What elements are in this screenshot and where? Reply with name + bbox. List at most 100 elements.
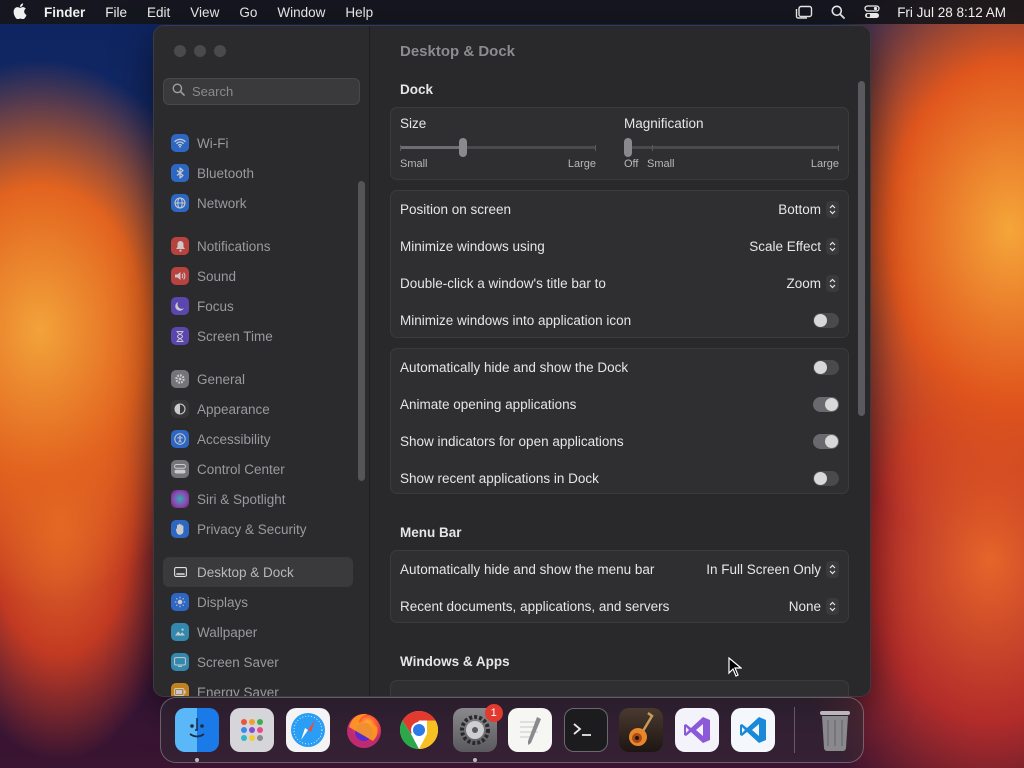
bluetooth-icon [171, 164, 189, 182]
auto-hide-dock-toggle[interactable] [813, 360, 839, 375]
menu-window[interactable]: Window [267, 5, 335, 20]
sidebar-item-label: Desktop & Dock [197, 564, 294, 580]
close-button[interactable] [174, 45, 186, 57]
magnification-max-label: Large [810, 158, 839, 170]
dock-app-textedit[interactable] [502, 702, 558, 758]
sidebar-item-label: Accessibility [197, 431, 271, 447]
position-popup[interactable]: Bottom [778, 201, 839, 218]
search-icon[interactable] [821, 5, 855, 19]
magnification-slider[interactable] [624, 138, 839, 157]
dock-app-visual-studio[interactable] [669, 702, 725, 758]
sidebar-item-siri-spotlight[interactable]: Siri & Spotlight [163, 484, 353, 514]
sidebar-item-privacy-security[interactable]: Privacy & Security [163, 514, 353, 544]
chrome-icon [397, 708, 441, 752]
sidebar-item-displays[interactable]: Displays [163, 587, 353, 617]
garageband-icon [619, 708, 664, 752]
section-title-windows-apps: Windows & Apps [400, 654, 510, 669]
minimize-effect-popup[interactable]: Scale Effect [749, 238, 839, 255]
wifi-icon [171, 134, 189, 152]
row-label: Animate opening applications [400, 397, 577, 412]
dock-app-garageband[interactable] [614, 702, 670, 758]
sidebar-item-wifi[interactable]: Wi-Fi [163, 128, 353, 158]
popup-value: Zoom [786, 276, 821, 291]
dock-app-chrome[interactable] [391, 702, 447, 758]
double-click-popup[interactable]: Zoom [786, 275, 839, 292]
dock-app-launchpad[interactable] [225, 702, 281, 758]
size-slider-thumb[interactable] [458, 138, 467, 157]
sidebar-item-appearance[interactable]: Appearance [163, 394, 353, 424]
row-label: Show indicators for open applications [400, 434, 624, 449]
sidebar-item-label: Network [197, 195, 247, 211]
sidebar-item-focus[interactable]: Focus [163, 291, 353, 321]
dock-app-vscode[interactable] [725, 702, 781, 758]
section-title-menu-bar: Menu Bar [400, 525, 462, 540]
search-input[interactable] [192, 84, 352, 99]
sidebar-item-general[interactable]: General [163, 364, 353, 394]
moon-icon [171, 297, 189, 315]
magnification-slider-thumb[interactable] [624, 138, 632, 157]
dock-app-safari[interactable] [280, 702, 336, 758]
menu-clock[interactable]: Fri Jul 28 8:12 AM [889, 5, 1006, 20]
sidebar-item-notifications[interactable]: Notifications [163, 231, 353, 261]
dock-app-finder[interactable] [169, 702, 225, 762]
recent-documents-popup[interactable]: None [789, 598, 839, 615]
system-settings-icon: 1 [452, 704, 503, 752]
siri-icon [171, 490, 189, 508]
sidebar-item-accessibility[interactable]: Accessibility [163, 424, 353, 454]
trash-icon [813, 708, 857, 752]
minimize-button[interactable] [194, 45, 206, 57]
sidebar-item-control-center[interactable]: Control Center [163, 454, 353, 484]
menu-bar-group: Automatically hide and show the menu bar… [390, 550, 849, 623]
sidebar-item-wallpaper[interactable]: Wallpaper [163, 617, 353, 647]
mouse-cursor-icon [728, 656, 743, 682]
row-label: Recent documents, applications, and serv… [400, 599, 670, 614]
menu-help[interactable]: Help [335, 5, 383, 20]
search-field[interactable] [163, 78, 360, 105]
menu-edit[interactable]: Edit [137, 5, 180, 20]
animate-opening-toggle[interactable] [813, 397, 839, 412]
sidebar-scrollbar[interactable] [358, 181, 365, 481]
menu-go[interactable]: Go [229, 5, 267, 20]
sidebar-item-desktop-dock[interactable]: Desktop & Dock [163, 557, 353, 587]
system-settings-window: Wi-Fi Bluetooth Network Notificat [154, 26, 870, 696]
wallpaper-icon [171, 623, 189, 641]
recent-documents-row: Recent documents, applications, and serv… [391, 588, 848, 625]
show-recent-apps-toggle[interactable] [813, 471, 839, 486]
notification-badge: 1 [484, 704, 503, 722]
control-center-icon[interactable] [855, 5, 889, 19]
sidebar-item-screen-time[interactable]: Screen Time [163, 321, 353, 351]
row-label: Minimize windows using [400, 239, 545, 254]
sun-icon [171, 593, 189, 611]
sidebar-list: Wi-Fi Bluetooth Network Notifications So… [163, 128, 353, 696]
apple-menu[interactable] [0, 2, 40, 22]
sidebar-item-network[interactable]: Network [163, 188, 353, 218]
magnification-off-label: Off [624, 158, 639, 170]
stage-manager-icon[interactable] [787, 5, 821, 19]
chevron-updown-icon [826, 598, 839, 615]
auto-hide-menu-bar-popup[interactable]: In Full Screen Only [706, 561, 839, 578]
sidebar-item-energy-saver[interactable]: Energy Saver [163, 677, 353, 696]
dock-app-firefox[interactable] [336, 702, 392, 758]
minimize-into-icon-toggle[interactable] [813, 313, 839, 328]
sidebar-item-sound[interactable]: Sound [163, 261, 353, 291]
dock-app-system-settings[interactable]: 1 [447, 702, 503, 762]
menu-app-name[interactable]: Finder [40, 5, 95, 20]
dock-app-terminal[interactable] [558, 702, 614, 758]
sidebar-item-label: Screen Time [197, 328, 273, 344]
textedit-icon [508, 708, 553, 752]
menu-file[interactable]: File [95, 5, 137, 20]
popup-value: Bottom [778, 202, 821, 217]
menu-view[interactable]: View [180, 5, 229, 20]
content-scrollbar[interactable] [858, 81, 865, 416]
dock-trash[interactable] [807, 702, 863, 758]
hand-icon [171, 520, 189, 538]
sidebar-item-bluetooth[interactable]: Bluetooth [163, 158, 353, 188]
size-max-label: Large [567, 158, 596, 170]
show-indicators-toggle[interactable] [813, 434, 839, 449]
size-slider[interactable] [400, 138, 596, 157]
sidebar-item-screen-saver[interactable]: Screen Saver [163, 647, 353, 677]
globe-icon [171, 194, 189, 212]
content-pane: Desktop & Dock Dock Size Small Large Mag… [371, 26, 870, 696]
zoom-button[interactable] [214, 45, 226, 57]
animate-opening-row: Animate opening applications [391, 386, 848, 423]
